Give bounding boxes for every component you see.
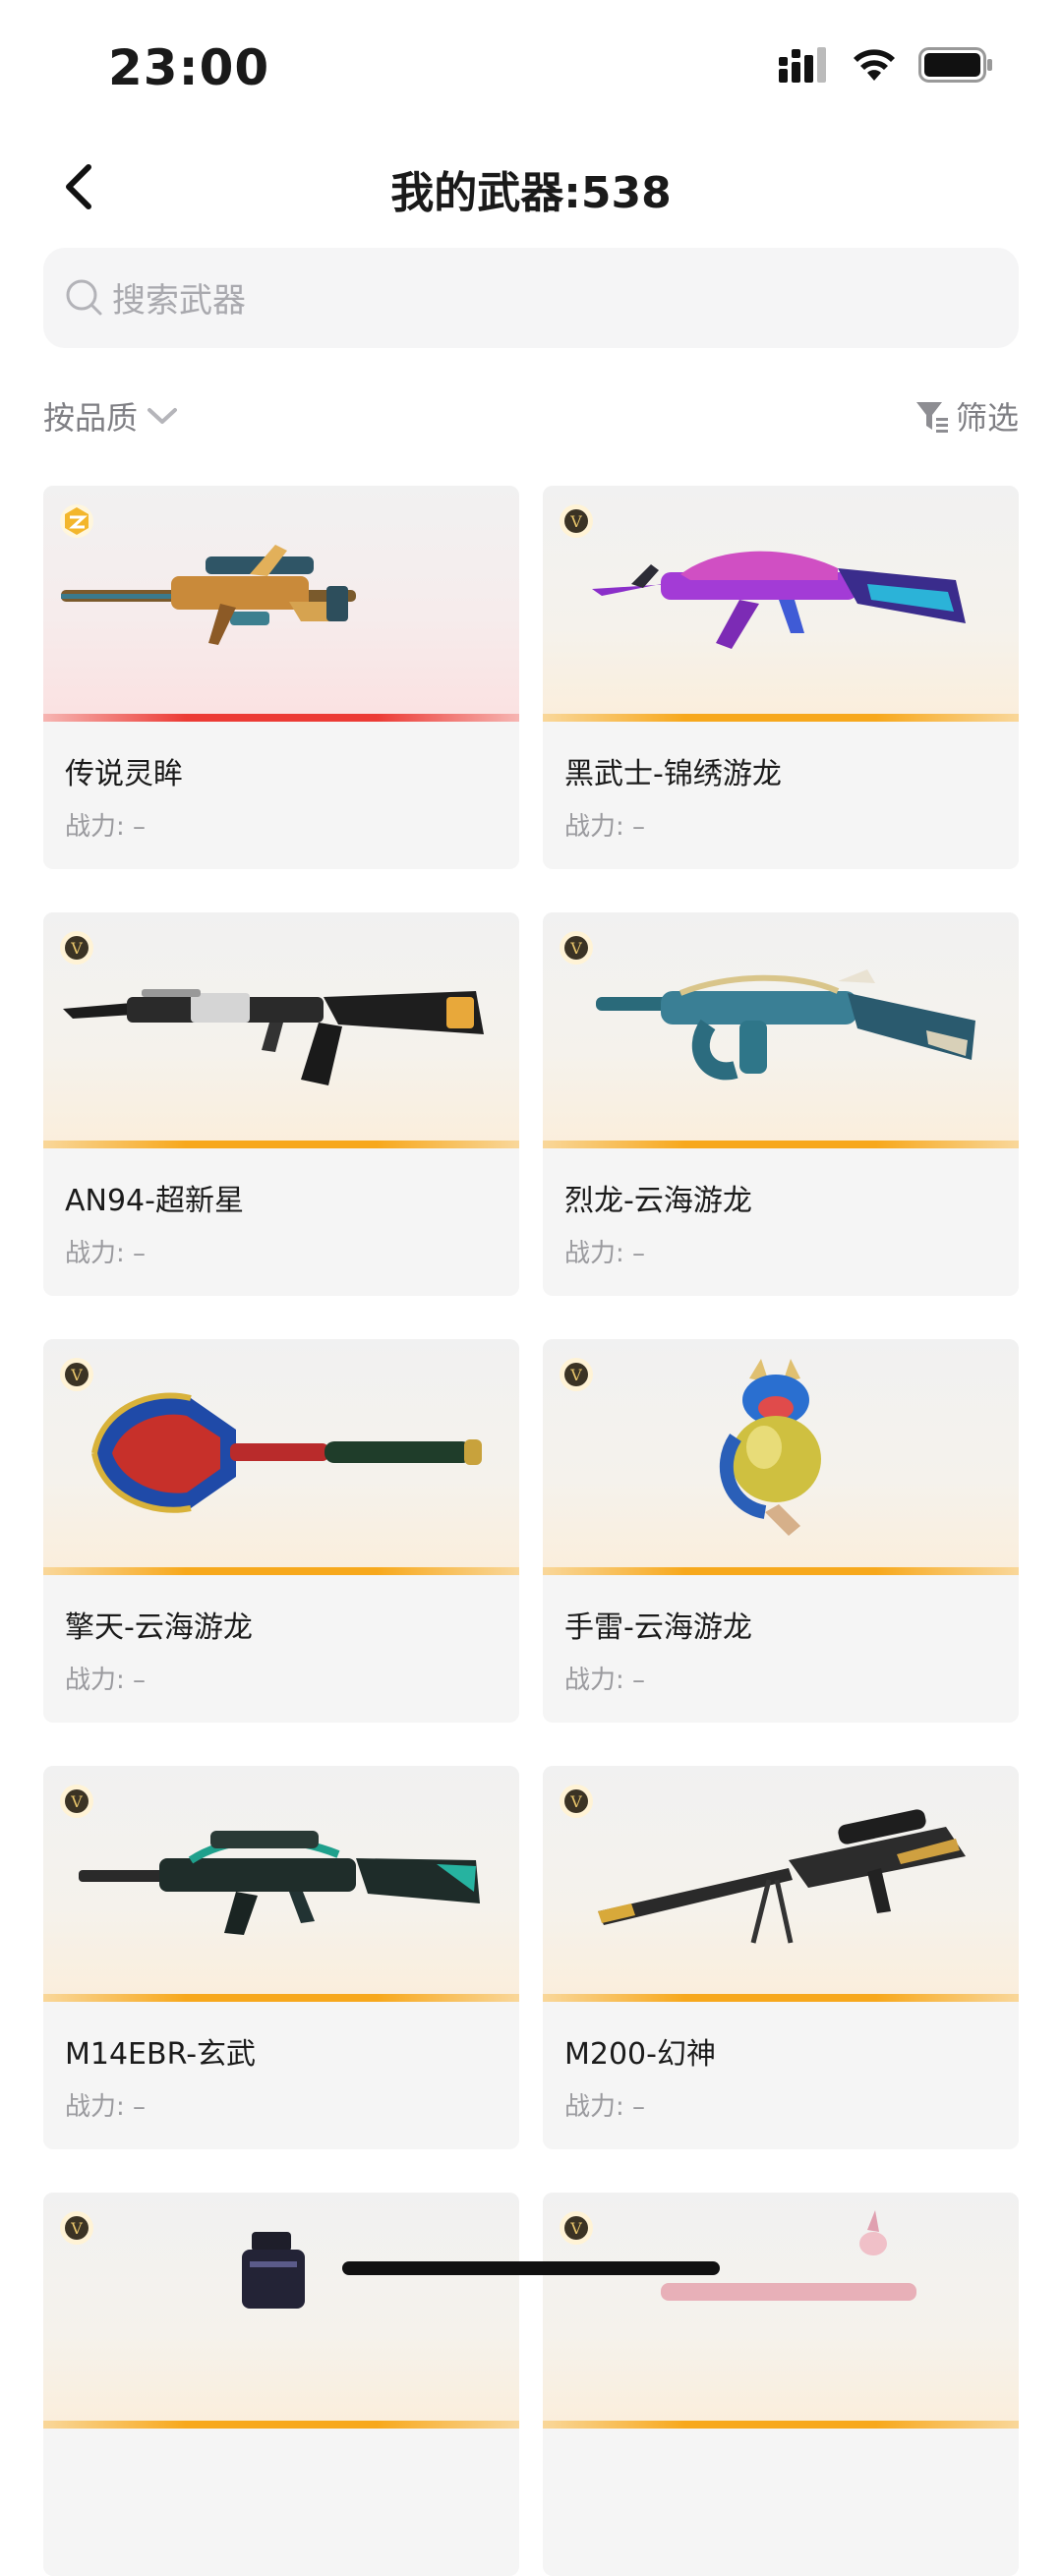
weapon-card[interactable]: V 擎天-云海游龙 战力: – [43, 1339, 519, 1723]
search-input[interactable]: 搜索武器 [43, 248, 1019, 348]
search-icon [66, 279, 102, 316]
weapon-card[interactable]: V [43, 2193, 519, 2576]
filter-icon [915, 402, 948, 433]
weapon-name: 烈龙-云海游龙 [564, 1184, 752, 1218]
search-placeholder: 搜索武器 [112, 281, 246, 321]
status-time: 23:00 [108, 39, 270, 96]
weapon-card[interactable]: V 手雷-云海游龙 战力: – [543, 1339, 1019, 1723]
weapon-image-area [43, 486, 519, 722]
weapon-card[interactable]: V [543, 2193, 1019, 2576]
shovel-image [91, 1392, 482, 1513]
home-indicator[interactable] [342, 2261, 720, 2275]
chevron-down-icon [148, 408, 178, 424]
weapon-card[interactable]: V 黑武士-锦绣游龙 战力: – [543, 486, 1019, 869]
weapon-image [661, 2210, 916, 2301]
rifle-image [592, 551, 966, 649]
smg-image [596, 969, 975, 1081]
weapon-power: 战力: – [65, 812, 147, 842]
weapon-image-area: V [543, 912, 1019, 1148]
weapon-image-area: V [543, 1339, 1019, 1575]
weapon-name: 手雷-云海游龙 [564, 1610, 752, 1645]
page-title: 我的武器:538 [390, 168, 672, 218]
wifi-icon [854, 49, 895, 81]
filter-label: 筛选 [955, 399, 1019, 437]
rifle-image [79, 1831, 480, 1935]
navigation-bar: 我的武器:538 [0, 128, 1062, 246]
weapon-image-area: V [43, 1766, 519, 2002]
grenade-image [719, 1359, 821, 1536]
weapon-image-area: V [543, 1766, 1019, 2002]
status-icons [779, 47, 993, 83]
sniper-rifle-image [598, 1809, 966, 1944]
cellular-signal-icon [779, 47, 826, 83]
weapon-card[interactable]: V AN94-超新星 战力: – [43, 912, 519, 1296]
weapon-name: AN94-超新星 [65, 1184, 244, 1218]
weapon-name: M14EBR-玄武 [65, 2037, 257, 2072]
rifle-image [63, 989, 484, 1085]
weapon-card[interactable]: V M14EBR-玄武 战力: – [43, 1766, 519, 2149]
sort-label: 按品质 [43, 399, 139, 437]
weapon-name: 擎天-云海游龙 [65, 1610, 253, 1645]
weapon-name: M200-幻神 [564, 2037, 716, 2072]
weapon-image [242, 2232, 305, 2309]
weapon-power: 战力: – [564, 2092, 646, 2122]
weapon-card[interactable]: 传说灵眸 战力: – [43, 486, 519, 869]
weapon-power: 战力: – [65, 2092, 147, 2122]
weapon-image-area: V [543, 2193, 1019, 2429]
weapon-card[interactable]: V 烈龙-云海游龙 战力: – [543, 912, 1019, 1296]
battery-icon [918, 47, 992, 83]
status-bar: 23:00 [0, 0, 1062, 128]
weapon-image-area: V [543, 486, 1019, 722]
weapon-power: 战力: – [564, 1239, 646, 1268]
weapon-power: 战力: – [65, 1239, 147, 1268]
weapon-name: 黑武士-锦绣游龙 [564, 757, 782, 791]
sort-by-quality-dropdown[interactable]: 按品质 [43, 393, 179, 439]
weapon-name: 传说灵眸 [65, 757, 183, 791]
weapon-power: 战力: – [564, 1666, 646, 1695]
weapon-image-area: V [43, 2193, 519, 2429]
rifle-image [61, 545, 356, 645]
filter-button[interactable]: 筛选 [914, 393, 1019, 439]
weapon-image-area: V [43, 912, 519, 1148]
weapon-card[interactable]: V M200-幻神 战力: – [543, 1766, 1019, 2149]
weapon-image-area: V [43, 1339, 519, 1575]
weapon-power: 战力: – [65, 1666, 147, 1695]
weapon-power: 战力: – [564, 812, 646, 842]
